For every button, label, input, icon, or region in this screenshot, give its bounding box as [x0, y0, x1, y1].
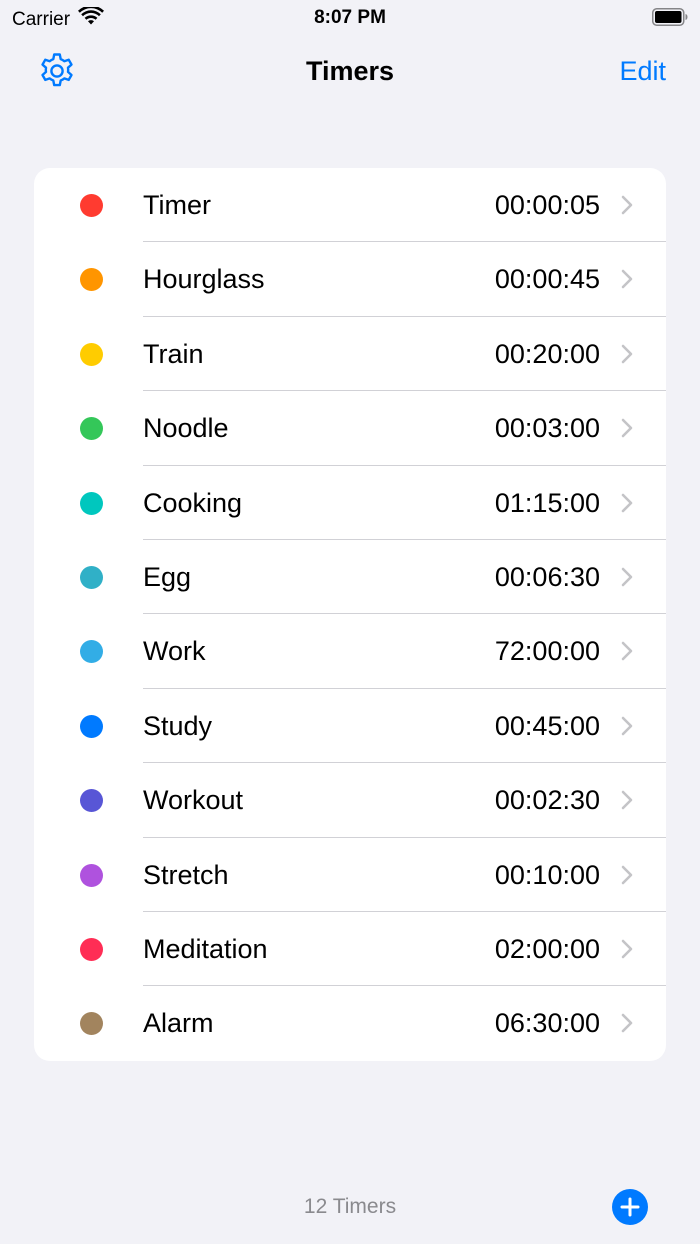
timer-name: Study: [143, 710, 213, 741]
chevron-right-icon: [620, 1012, 634, 1034]
timer-color-dot: [80, 491, 103, 515]
timer-count-label: 12 Timers: [303, 1195, 397, 1218]
timer-row[interactable]: Egg 00:06:30: [34, 540, 666, 615]
timer-row[interactable]: Hourglass 00:00:45: [34, 242, 666, 317]
timer-duration: 00:45:00: [494, 710, 600, 741]
timer-row[interactable]: Timer 00:00:05: [34, 168, 666, 243]
chevron-right-icon: [620, 640, 634, 662]
timer-row[interactable]: Study 00:45:00: [34, 689, 666, 764]
timer-name: Timer: [143, 190, 211, 220]
timer-color-dot: [80, 194, 103, 217]
timer-row[interactable]: Stretch 00:10:00: [34, 838, 666, 912]
page-title: Timers: [305, 56, 395, 86]
chevron-right-icon: [620, 938, 634, 960]
timer-color-dot: [80, 714, 103, 738]
chevron-right-icon: [620, 566, 634, 588]
timer-duration: 00:03:00: [494, 413, 600, 444]
timer-color-dot: [80, 417, 103, 441]
timer-duration: 06:30:00: [494, 1008, 600, 1039]
timer-name: Train: [143, 338, 204, 369]
timer-row[interactable]: Alarm 06:30:00: [34, 986, 666, 1060]
timer-color-dot: [80, 342, 103, 366]
timer-duration: 02:00:00: [494, 933, 600, 964]
timer-color-dot: [80, 640, 103, 664]
timer-row[interactable]: Train 00:20:00: [34, 317, 666, 392]
chevron-right-icon: [620, 268, 634, 290]
status-bar: Carrier 8:07 PM: [0, 0, 700, 36]
timer-name: Alarm: [143, 1008, 214, 1039]
timer-row[interactable]: Cooking 01:15:00: [34, 466, 666, 540]
timer-color-dot: [80, 863, 103, 887]
timer-color-dot: [80, 565, 103, 589]
timer-row[interactable]: Workout 00:02:30: [34, 763, 666, 838]
timer-row[interactable]: Work 72:00:00: [34, 614, 666, 689]
chevron-right-icon: [620, 789, 634, 811]
chevron-right-icon: [620, 715, 634, 737]
timer-name: Work: [143, 636, 206, 667]
timer-row[interactable]: Meditation 02:00:00: [34, 912, 666, 987]
timer-duration: 00:20:00: [494, 338, 600, 369]
timer-color-dot: [80, 789, 103, 813]
timer-name: Hourglass: [143, 264, 265, 295]
timer-name: Noodle: [143, 413, 229, 444]
timer-duration: 00:02:30: [494, 785, 600, 816]
timer-row[interactable]: Noodle 00:03:00: [34, 391, 666, 466]
timer-color-dot: [80, 268, 103, 292]
timer-name: Egg: [143, 561, 192, 592]
timer-name: Stretch: [143, 859, 229, 890]
timer-duration: 72:00:00: [494, 636, 600, 667]
timer-duration: 00:00:05: [494, 190, 600, 220]
add-timer-button[interactable]: [612, 1189, 648, 1225]
timer-duration: 00:06:30: [494, 561, 600, 592]
timer-duration: 01:15:00: [494, 487, 600, 518]
edit-button[interactable]: Edit: [619, 56, 666, 87]
chevron-right-icon: [620, 343, 634, 365]
timer-name: Cooking: [143, 487, 243, 518]
chevron-right-icon: [620, 194, 634, 216]
chevron-right-icon: [620, 417, 634, 439]
timer-color-dot: [80, 1012, 103, 1036]
status-time: 8:07 PM: [314, 7, 386, 28]
timer-duration: 00:10:00: [494, 859, 600, 890]
chevron-right-icon: [620, 492, 634, 514]
timer-name: Meditation: [143, 933, 268, 964]
timer-color-dot: [80, 937, 103, 961]
timer-name: Workout: [143, 785, 244, 816]
chevron-right-icon: [620, 864, 634, 886]
navigation-bar: Timers Edit: [0, 36, 700, 110]
timer-duration: 00:00:45: [494, 264, 600, 295]
battery-icon: [652, 8, 688, 26]
timer-list: Timer 00:00:05 Hourglass 00:00:45 Train 00:20…: [34, 168, 666, 1061]
